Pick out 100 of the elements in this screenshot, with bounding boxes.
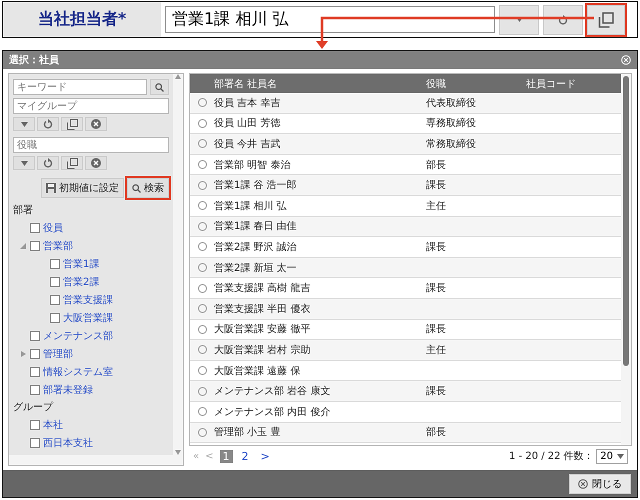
dropdown-button[interactable] bbox=[13, 117, 35, 131]
table-cell-text: 営業支援課 高樹 龍吉 bbox=[214, 282, 312, 296]
checkbox[interactable] bbox=[50, 312, 60, 322]
scrollbar[interactable] bbox=[173, 74, 183, 455]
scrollbar[interactable] bbox=[9, 455, 183, 465]
table-cell-text: 営業1課 相川 弘 bbox=[214, 200, 288, 213]
clear-button[interactable] bbox=[85, 117, 107, 131]
checkbox[interactable] bbox=[30, 240, 40, 250]
checkbox[interactable] bbox=[30, 366, 40, 376]
radio-button[interactable] bbox=[198, 201, 206, 210]
tree-item[interactable]: 本社 bbox=[43, 418, 63, 432]
radio-button[interactable] bbox=[198, 386, 206, 396]
refresh-icon bbox=[43, 158, 53, 168]
select-button[interactable] bbox=[587, 4, 625, 34]
table-cell-text: 営業1課 谷 浩一郎 bbox=[214, 178, 298, 192]
dropdown-button[interactable] bbox=[499, 4, 539, 34]
keyword-field[interactable]: キーワード bbox=[13, 79, 147, 95]
radio-button[interactable] bbox=[198, 98, 206, 108]
tree-item[interactable]: 西日本支社 bbox=[43, 436, 93, 450]
radio-button[interactable] bbox=[198, 284, 206, 293]
refresh-button[interactable] bbox=[37, 117, 59, 131]
tree-item[interactable]: 営業支援課 bbox=[63, 292, 113, 306]
table-cell-text: 大阪営業課 安藤 徹平 bbox=[214, 322, 312, 336]
filter-field[interactable]: 役職 bbox=[13, 137, 169, 153]
scrollbar[interactable] bbox=[621, 74, 631, 445]
table-cell-text: 課長 bbox=[426, 282, 447, 296]
checkbox[interactable] bbox=[30, 384, 40, 394]
caret-icon bbox=[20, 122, 28, 126]
caret-icon bbox=[617, 454, 624, 458]
table-cell-text: 役員 今井 吉武 bbox=[214, 138, 282, 151]
radio-button[interactable] bbox=[198, 118, 206, 128]
tree-item[interactable]: 営業部 bbox=[43, 238, 73, 252]
radio-button[interactable] bbox=[198, 160, 206, 170]
reset-button[interactable]: 初期値に設定 bbox=[41, 178, 124, 198]
radio-button[interactable] bbox=[198, 345, 206, 354]
search-button[interactable]: 検索 bbox=[127, 178, 169, 198]
checkbox[interactable] bbox=[50, 276, 60, 286]
expanded-triangle-icon[interactable] bbox=[20, 242, 26, 248]
table-cell-text: 部長 bbox=[426, 158, 447, 172]
checkbox[interactable] bbox=[30, 420, 40, 430]
scroll-up-icon[interactable] bbox=[175, 74, 181, 79]
close-icon bbox=[578, 478, 588, 488]
radio-button[interactable] bbox=[198, 304, 206, 314]
tree-item[interactable]: 役員 bbox=[43, 220, 63, 234]
table-cell-text: 営業支援課 半田 優衣 bbox=[214, 302, 312, 316]
page-link[interactable]: 1 bbox=[220, 450, 233, 462]
checkbox[interactable] bbox=[30, 330, 40, 340]
input-field[interactable]: 営業1課 相川 弘 bbox=[165, 6, 495, 33]
table-cell-text: 課長 bbox=[426, 178, 447, 192]
table-cell-text: 大阪営業課 遠藤 保 bbox=[214, 364, 302, 378]
radio-button[interactable] bbox=[198, 222, 206, 231]
caret-icon bbox=[20, 160, 28, 166]
radio-button[interactable] bbox=[198, 428, 206, 437]
column-header[interactable]: 役職 bbox=[426, 76, 526, 90]
refresh-button[interactable] bbox=[543, 4, 583, 34]
page-link[interactable]: 2 bbox=[238, 450, 252, 462]
clear-button[interactable] bbox=[85, 156, 107, 170]
tree-item[interactable]: メンテナンス部 bbox=[43, 328, 113, 342]
dropdown-button[interactable] bbox=[13, 156, 35, 170]
close-icon[interactable] bbox=[621, 55, 631, 65]
column-header[interactable]: 社員コード bbox=[526, 76, 621, 90]
caret-icon bbox=[516, 17, 522, 22]
table-cell-text: 管理部 小玉 豊 bbox=[214, 426, 282, 440]
next-page-link[interactable]: > bbox=[258, 450, 273, 462]
radio-button[interactable] bbox=[198, 324, 206, 334]
checkbox[interactable] bbox=[30, 348, 40, 358]
copy-icon bbox=[66, 158, 78, 168]
radio-button[interactable] bbox=[198, 263, 206, 272]
radio-button[interactable] bbox=[198, 180, 206, 190]
checkbox[interactable] bbox=[50, 258, 60, 268]
filter-field[interactable]: マイグループ bbox=[13, 98, 169, 114]
page-info: 1 - 20 / 22 件数 : bbox=[509, 450, 590, 463]
checkbox[interactable] bbox=[30, 222, 40, 232]
radio-button[interactable] bbox=[198, 366, 206, 376]
tree-item[interactable]: 大阪営業課 bbox=[63, 310, 113, 324]
table-cell-text: 部長 bbox=[426, 426, 447, 440]
tree-item[interactable]: 管理部 bbox=[43, 346, 73, 360]
table-cell-text: 営業2課 新垣 太一 bbox=[214, 262, 298, 275]
close-button[interactable]: 閉じる bbox=[569, 474, 631, 494]
select-button[interactable] bbox=[61, 117, 83, 131]
dialog-title: 選択：社員 bbox=[9, 54, 59, 67]
radio-button[interactable] bbox=[198, 139, 206, 148]
checkbox[interactable] bbox=[50, 294, 60, 304]
radio-button[interactable] bbox=[198, 407, 206, 416]
checkbox[interactable] bbox=[30, 438, 40, 448]
collapsed-triangle-icon[interactable] bbox=[20, 350, 26, 356]
table-cell-text: 役員 吉本 幸吉 bbox=[214, 96, 282, 110]
column-header[interactable]: 部署名 社員名 bbox=[214, 76, 426, 90]
tree-item[interactable]: 部署未登録 bbox=[43, 382, 93, 396]
tree-item[interactable]: 情報システム室 bbox=[43, 364, 113, 378]
save-icon bbox=[46, 183, 56, 193]
table-cell-text: 役員 山田 芳徳 bbox=[214, 116, 282, 130]
refresh-button[interactable] bbox=[37, 156, 59, 170]
tree-item[interactable]: 営業2課 bbox=[63, 274, 100, 288]
table-cell-text: 専務取締役 bbox=[426, 116, 477, 130]
radio-button[interactable] bbox=[198, 242, 206, 252]
tree-item[interactable]: 営業1課 bbox=[63, 256, 100, 270]
select-button[interactable] bbox=[61, 156, 83, 170]
page-size-select[interactable]: 20 bbox=[596, 448, 628, 464]
search-button[interactable] bbox=[150, 79, 169, 95]
